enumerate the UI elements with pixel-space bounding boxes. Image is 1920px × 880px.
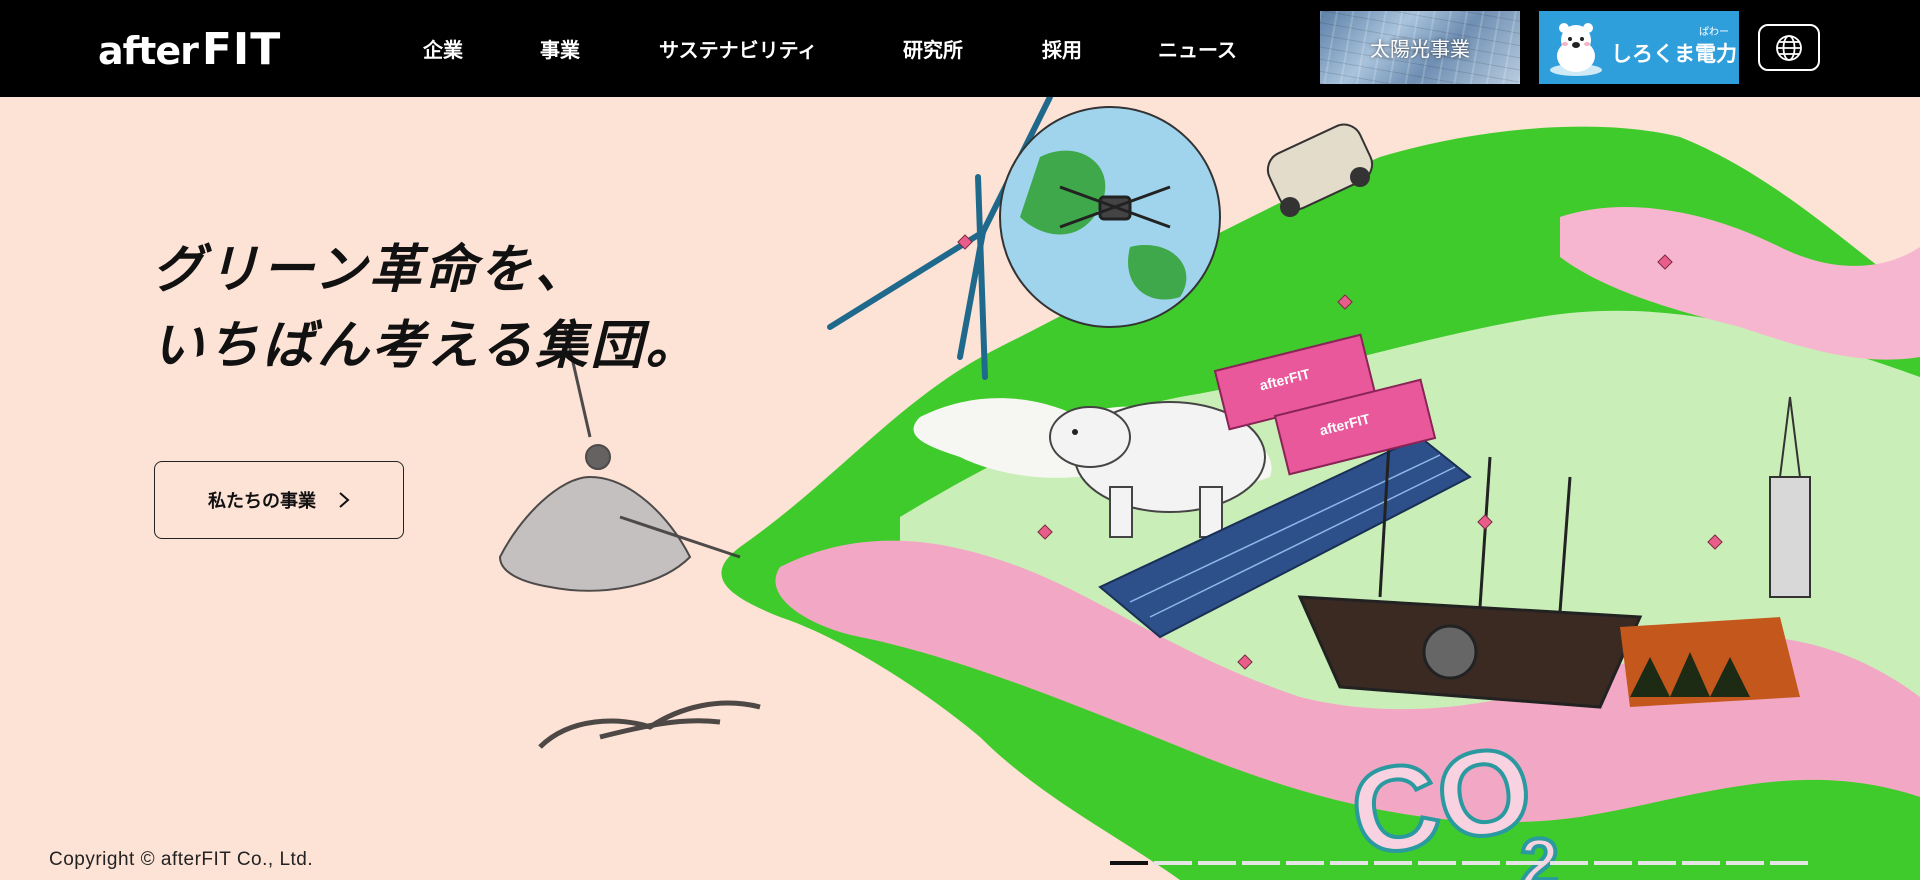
solar-business-button[interactable]: 太陽光事業 — [1320, 11, 1520, 84]
co2-subscript: 2 — [1520, 824, 1559, 880]
pager-dot-11[interactable] — [1550, 861, 1588, 865]
pager-dot-15[interactable] — [1726, 861, 1764, 865]
shirokuma-label: しろくま電力 — [1611, 41, 1737, 66]
pager-dot-9[interactable] — [1462, 861, 1500, 865]
nav-item-company[interactable]: 企業 — [423, 34, 463, 63]
pager-dot-5[interactable] — [1286, 861, 1324, 865]
slider-pager — [1110, 861, 1808, 865]
our-business-button[interactable]: 私たちの事業 — [154, 461, 404, 539]
pager-dot-2[interactable] — [1154, 861, 1192, 865]
pager-dot-6[interactable] — [1330, 861, 1368, 865]
hero-illustration: afterFIT afterFIT CO 2 — [498, 97, 1920, 880]
copyright-text: Copyright © afterFIT Co., Ltd. — [49, 849, 314, 870]
pager-dot-10[interactable] — [1506, 861, 1544, 865]
chevron-right-icon — [339, 492, 350, 508]
language-button[interactable] — [1758, 24, 1820, 71]
our-business-label: 私たちの事業 — [208, 491, 316, 512]
pager-dot-1[interactable] — [1110, 861, 1148, 865]
nav-item-business[interactable]: 事業 — [540, 34, 580, 63]
site-header: after FIT 企業 事業 サステナビリティ 研究所 採用 ニュース 太陽光… — [0, 0, 1920, 97]
pager-dot-4[interactable] — [1242, 861, 1280, 865]
nav-item-recruit[interactable]: 採用 — [1042, 34, 1082, 63]
pager-dot-7[interactable] — [1374, 861, 1412, 865]
logo-text-fit: FIT — [201, 24, 282, 75]
nav-item-sustainability[interactable]: サステナビリティ — [659, 34, 817, 63]
nav-item-news[interactable]: ニュース — [1158, 34, 1237, 63]
shirokuma-power-button[interactable]: ぱわー しろくま電力 — [1539, 11, 1739, 84]
forest-fire-drawing — [1620, 617, 1800, 707]
solar-business-label: 太陽光事業 — [1370, 37, 1470, 61]
pager-dot-8[interactable] — [1418, 861, 1456, 865]
pager-dot-14[interactable] — [1682, 861, 1720, 865]
logo-text-after: after — [98, 29, 199, 73]
hero-headline: グリーン革命を、 いちばん考える集団。 — [152, 232, 700, 384]
pager-dot-13[interactable] — [1638, 861, 1676, 865]
nav-item-laboratory[interactable]: 研究所 — [903, 34, 963, 63]
hero-headline-line-2: いちばん考える集団。 — [152, 316, 701, 376]
afterfit-logo[interactable]: after FIT — [98, 24, 281, 75]
pager-dot-12[interactable] — [1594, 861, 1632, 865]
globe-icon — [1776, 34, 1802, 61]
hero-headline-line-1: グリーン革命を、 — [152, 240, 590, 300]
shirokuma-ruby: ぱわー — [1699, 26, 1729, 38]
polar-bear-logo-icon — [1550, 22, 1602, 76]
brush-strokes-drawing — [538, 700, 761, 749]
pager-dot-16[interactable] — [1770, 861, 1808, 865]
pager-dot-3[interactable] — [1198, 861, 1236, 865]
